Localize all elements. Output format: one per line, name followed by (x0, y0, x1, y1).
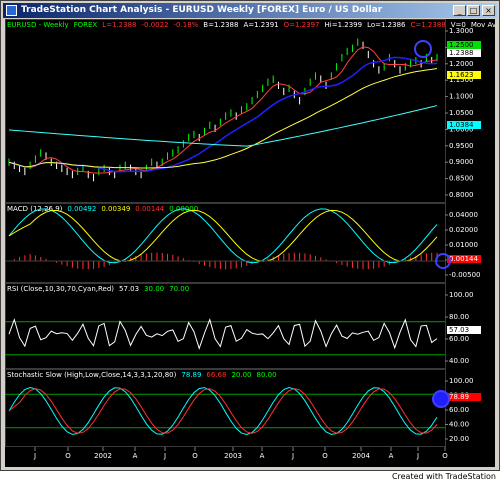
panel-header-item: 0.00144 (135, 205, 164, 213)
stochastic-d-line (8, 388, 438, 434)
app-icon (6, 5, 17, 16)
price-marker-label: 57.03 (449, 326, 469, 334)
x-axis-label: J (416, 452, 419, 460)
panel-frame (5, 283, 446, 369)
maximize-button[interactable]: □ (467, 5, 480, 16)
highlight-circle (414, 40, 432, 58)
x-axis-label: O (442, 452, 448, 460)
chart-area[interactable]: EURUSD - Weekly FOREX L=1.2388 -0.0022 -0.18… (5, 19, 495, 467)
y-tick-label: 100.00 (449, 291, 474, 299)
x-axis-label: A (133, 452, 138, 460)
price-marker-label: 1.1623 (449, 71, 474, 79)
y-tick-label: 0.02000 (449, 226, 478, 234)
x-axis-label: 2002 (94, 452, 112, 460)
y-tick-label: 60.00 (449, 335, 469, 343)
panel-header-item: A=1.2391 (243, 21, 278, 29)
moving-average-cyan (8, 105, 438, 147)
price-marker-label: 78.89 (449, 393, 469, 401)
panel-header-item: O=1.2397 (284, 21, 320, 29)
panel-header-item: 66.68 (206, 371, 226, 379)
panel-header-item: Lo=1.2386 (367, 21, 406, 29)
y-tick-label: 1.1000 (449, 93, 474, 101)
panel-header-item: C=1.2388 (411, 21, 446, 29)
title-bar[interactable]: TradeStation Chart Analysis - EURUSD Wee… (3, 3, 497, 18)
x-axis-label: 2003 (224, 452, 242, 460)
x-axis-label: J (33, 452, 36, 460)
panel-header-item: 70.00 (169, 285, 189, 293)
macd-line (8, 208, 438, 264)
panel-header-item: EURUSD - Weekly (7, 21, 69, 29)
y-tick-label: 100.00 (449, 377, 474, 385)
x-axis-label: O (322, 452, 328, 460)
panel-header-item: -0.18% (174, 21, 199, 29)
x-axis-label: J (291, 452, 294, 460)
highlight-circle (432, 390, 450, 408)
x-axis-label: J (163, 452, 166, 460)
y-tick-label: 80.00 (449, 313, 469, 321)
x-axis-label: A (389, 452, 394, 460)
x-axis-label: 2004 (352, 452, 370, 460)
y-tick-label: 60.00 (449, 406, 469, 414)
x-axis-label: O (192, 452, 198, 460)
panel-header-item: 30.00 (144, 285, 164, 293)
chart-canvas[interactable]: EURUSD - Weekly FOREX L=1.2388 -0.0022 -0.18… (5, 19, 495, 467)
panel-frame (5, 19, 446, 203)
y-tick-label: 1.2000 (449, 60, 474, 68)
y-tick-label: 20.00 (449, 435, 469, 443)
panel-header-item: 0.00492 (67, 205, 96, 213)
window-title: TradeStation Chart Analysis - EURUSD Wee… (21, 5, 383, 15)
panel-header-item: L=1.2388 (102, 21, 136, 29)
x-axis-label: A (260, 452, 265, 460)
macd-signal-line (8, 209, 438, 262)
panel-frame (5, 369, 446, 447)
panel-header-item: 57.03 (119, 285, 139, 293)
y-tick-label: 40.00 (449, 357, 469, 365)
moving-average-blue (8, 56, 438, 173)
price-marker-label: 1.2500 (449, 41, 474, 49)
panel-header-item: Stochastic Slow (High,Low,Close,14,3,3,1… (7, 371, 177, 379)
panel-header-item: Hi=1.2399 (325, 21, 363, 29)
price-marker-label: 1.0384 (449, 121, 474, 129)
rsi-line (8, 317, 438, 350)
y-tick-label: 0.8000 (449, 191, 474, 199)
y-tick-label: -0.00500 (449, 271, 480, 279)
panel-frame (5, 203, 446, 283)
y-tick-label: 0.01000 (449, 241, 478, 249)
panel-header-item: 80.00 (257, 371, 277, 379)
panel-header-item: RSI (Close,10,30,70,Cyan,Red) (7, 285, 114, 293)
price-marker-label: 0.00144 (449, 255, 478, 263)
y-tick-label: 1.3000 (449, 27, 474, 35)
y-tick-label: 0.04000 (449, 211, 478, 219)
app-window: TradeStation Chart Analysis - EURUSD Wee… (0, 0, 500, 471)
minimize-button[interactable]: _ (453, 5, 466, 16)
y-tick-label: 1.0500 (449, 109, 474, 117)
y-tick-label: 0.9500 (449, 142, 474, 150)
y-tick-label: 0.8500 (449, 175, 474, 183)
price-marker-label: 1.2388 (449, 49, 474, 57)
y-tick-label: 0.9000 (449, 158, 474, 166)
panel-header-item: FOREX (74, 21, 98, 29)
moving-average-yellow (8, 67, 438, 169)
panel-header-item: 78.89 (181, 371, 201, 379)
panel-header-item: 20.00 (231, 371, 251, 379)
y-tick-label: 40.00 (449, 421, 469, 429)
panel-header-item: Mov Avg 3 Lines (Clo... (471, 21, 495, 29)
credit-text: Created with TradeStation (391, 472, 496, 481)
panel-header-item: 0.00349 (101, 205, 130, 213)
x-axis-label: O (65, 452, 71, 460)
moving-average-red (8, 46, 438, 174)
close-button[interactable]: × (482, 5, 495, 16)
panel-header-item: B=1.2388 (203, 21, 238, 29)
panel-header-item: -0.0022 (142, 21, 169, 29)
